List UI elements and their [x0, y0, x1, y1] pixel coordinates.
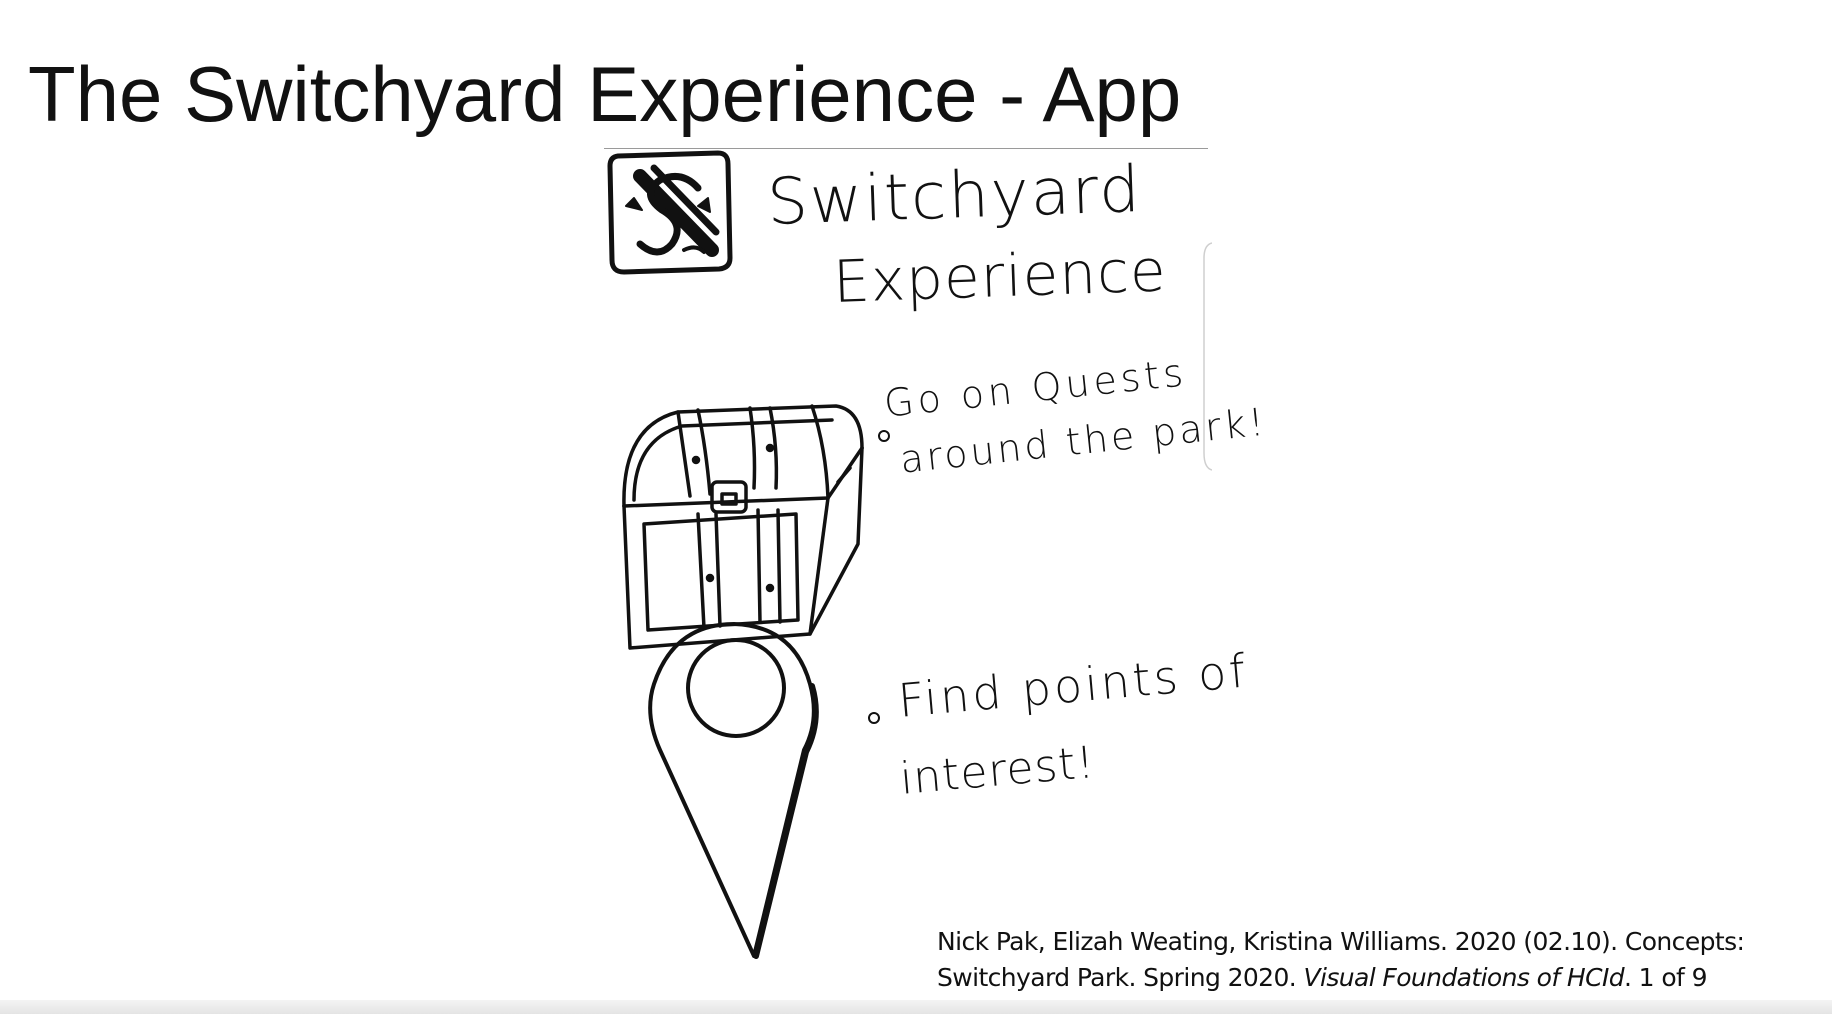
map-pin-icon: [648, 622, 819, 959]
treasure-chest-icon: [622, 404, 864, 650]
citation-line2: Switchyard Park. Spring 2020. Visual Fou…: [937, 960, 1817, 996]
app-sketch-image: Switchyard Experience Go on Quests aroun…: [600, 148, 1269, 968]
slide-bottom-band: [0, 1000, 1832, 1014]
citation: Nick Pak, Elizah Weating, Kristina Willi…: [937, 924, 1817, 996]
app-name-line2: Experience: [832, 236, 1168, 316]
app-name-line1: Switchyard: [766, 152, 1143, 240]
citation-line2-tail: . 1 of 9: [1623, 963, 1708, 992]
citation-course-title: Visual Foundations of HCId: [1303, 963, 1625, 992]
bullet-dot-points: [868, 712, 880, 724]
slide-title: The Switchyard Experience - App: [28, 50, 1182, 138]
switchyard-logo-icon: [607, 150, 733, 275]
citation-line1: Nick Pak, Elizah Weating, Kristina Willi…: [937, 927, 1745, 956]
bullet-dot-quests: [878, 430, 890, 442]
citation-line2-plain: Switchyard Park. Spring 2020.: [937, 963, 1304, 992]
